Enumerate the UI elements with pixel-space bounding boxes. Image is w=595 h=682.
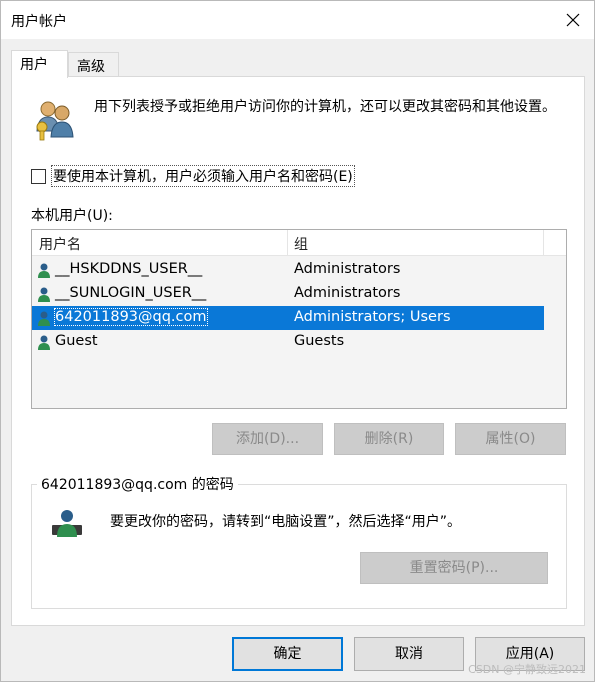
column-header-username[interactable]: 用户名 <box>39 234 81 254</box>
table-row[interactable]: __HSKDDNS_USER__ Administrators <box>32 258 544 282</box>
require-login-label[interactable]: 要使用本计算机，用户必须输入用户名和密码(E) <box>51 165 355 187</box>
table-row[interactable]: Guest Guests <box>32 330 544 354</box>
close-button[interactable] <box>560 7 586 33</box>
user-icon <box>38 287 50 302</box>
column-header-group[interactable]: 组 <box>294 234 308 254</box>
user-group: Administrators <box>294 285 401 301</box>
require-login-checkbox[interactable] <box>31 168 46 184</box>
user-icon <box>38 311 50 326</box>
password-groupbox-title: 642011893@qq.com 的密码 <box>37 474 238 494</box>
intro-text: 用下列表授予或拒绝用户访问你的计算机，还可以更改其密码和其他设置。 <box>94 99 556 115</box>
require-login-row[interactable]: 要使用本计算机，用户必须输入用户名和密码(E) <box>31 165 355 187</box>
user-accounts-window: 用户帐户 用户 高级 用下列表授予或拒绝用户访问你的计算机，还可以更改其密码和其… <box>0 0 595 682</box>
watermark: CSDN @宁静致远2021 <box>468 663 586 676</box>
properties-button[interactable]: 属性(O) <box>455 423 566 455</box>
cancel-button[interactable]: 取消 <box>354 637 464 671</box>
title-bar: 用户帐户 <box>1 1 594 39</box>
column-separator[interactable] <box>287 230 288 256</box>
users-tab-panel: 用下列表授予或拒绝用户访问你的计算机，还可以更改其密码和其他设置。 要使用本计算… <box>11 76 585 626</box>
user-icon <box>38 263 50 278</box>
user-password-icon <box>52 510 82 537</box>
close-icon <box>566 13 580 27</box>
tab-users[interactable]: 用户 <box>11 50 68 78</box>
reset-password-button[interactable]: 重置密码(P)... <box>360 552 548 584</box>
users-keys-icon <box>36 101 74 141</box>
user-group: Administrators <box>294 261 401 277</box>
table-row[interactable]: 642011893@qq.com Administrators; Users <box>32 306 544 330</box>
tab-advanced[interactable]: 高级 <box>68 52 119 76</box>
user-icon <box>38 335 50 350</box>
add-user-button[interactable]: 添加(D)... <box>212 423 323 455</box>
remove-user-button[interactable]: 删除(R) <box>334 423 444 455</box>
local-users-list[interactable]: 用户名 组 __HSKDDNS_USER__ Administrators __… <box>31 229 567 409</box>
user-name: __HSKDDNS_USER__ <box>55 261 203 277</box>
local-users-label: 本机用户(U): <box>31 208 113 224</box>
window-title: 用户帐户 <box>11 14 67 30</box>
user-group: Administrators; Users <box>294 309 451 325</box>
password-info-text: 要更改你的密码，请转到“电脑设置”，然后选择“用户”。 <box>110 514 462 530</box>
ok-button[interactable]: 确定 <box>232 637 343 671</box>
user-name: 642011893@qq.com <box>54 308 208 326</box>
user-name: __SUNLOGIN_USER__ <box>55 285 207 301</box>
user-name: Guest <box>55 333 98 349</box>
user-group: Guests <box>294 333 345 349</box>
list-header: 用户名 组 <box>32 230 566 256</box>
table-row[interactable]: __SUNLOGIN_USER__ Administrators <box>32 282 544 306</box>
password-groupbox <box>31 484 567 609</box>
column-separator[interactable] <box>543 230 544 256</box>
